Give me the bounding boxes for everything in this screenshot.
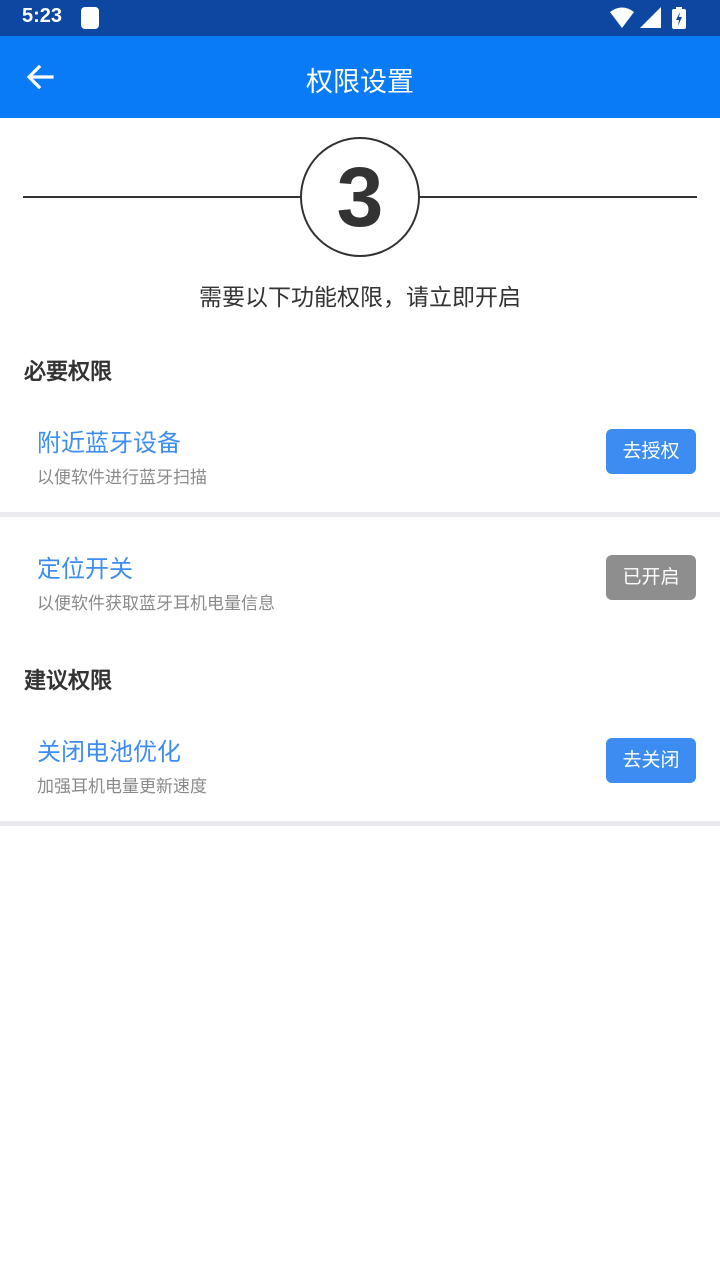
permission-title: 定位开关: [37, 555, 133, 583]
status-bar: 5:23: [0, 0, 720, 36]
page-title: 权限设置: [306, 67, 414, 98]
battery-charging-icon: [672, 7, 686, 29]
step-line-right: [419, 196, 697, 198]
status-time: 5:23: [22, 5, 63, 27]
step-indicator: 3: [300, 137, 420, 257]
signal-icon: [640, 7, 661, 28]
wifi-icon: [610, 7, 634, 28]
suggested-section-title: 建议权限: [24, 669, 113, 694]
divider: [0, 512, 720, 517]
required-section-title: 必要权限: [24, 360, 113, 385]
permission-title: 附近蓝牙设备: [37, 429, 181, 457]
permission-desc: 以便软件进行蓝牙扫描: [37, 468, 207, 488]
step-line-left: [23, 196, 301, 198]
permission-item-battery: 关闭电池优化 加强耳机电量更新速度 去关闭: [0, 732, 720, 828]
permission-item-bluetooth: 附近蓝牙设备 以便软件进行蓝牙扫描 去授权: [0, 423, 720, 519]
disable-optimization-button[interactable]: 去关闭: [606, 738, 696, 783]
divider: [0, 821, 720, 826]
authorize-button[interactable]: 去授权: [606, 429, 696, 474]
permission-desc: 以便软件获取蓝牙耳机电量信息: [37, 594, 275, 614]
permission-desc: 加强耳机电量更新速度: [37, 777, 207, 797]
enabled-button[interactable]: 已开启: [606, 555, 696, 600]
step-number: 3: [336, 150, 384, 244]
sim-card-icon: [81, 7, 99, 29]
step-hint: 需要以下功能权限，请立即开启: [199, 285, 521, 311]
app-bar: 权限设置: [0, 36, 720, 118]
permission-item-location: 定位开关 以便软件获取蓝牙耳机电量信息 已开启: [0, 549, 720, 645]
permission-title: 关闭电池优化: [37, 738, 181, 766]
